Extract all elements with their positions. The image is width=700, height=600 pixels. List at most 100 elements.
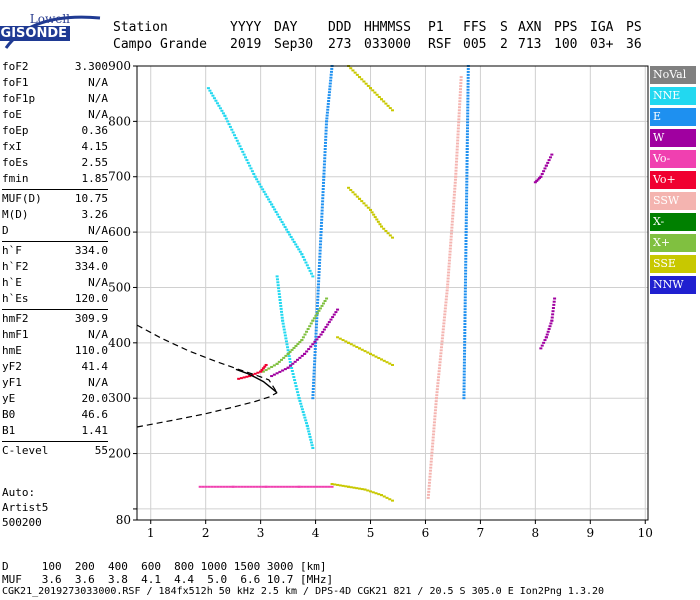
echo-point (450, 229, 454, 232)
echo-point (454, 175, 458, 178)
param-label: hmF1 (2, 328, 29, 341)
echo-point (252, 172, 256, 175)
echo-point (464, 263, 468, 266)
echo-point (463, 328, 467, 331)
echo-point (463, 281, 467, 284)
echo-point (466, 115, 470, 118)
echo-point (325, 111, 329, 114)
echo-point (228, 485, 232, 488)
echo-point (435, 388, 439, 391)
echo-point (446, 283, 450, 286)
echo-point (447, 265, 451, 268)
echo-point (451, 214, 455, 217)
legend-item-ssw: SSW (650, 192, 696, 210)
echo-point (355, 487, 359, 490)
echo-point (466, 109, 470, 112)
echo-point (262, 190, 266, 193)
echo-point (306, 485, 310, 488)
echo-point (317, 280, 321, 283)
echo-point (462, 370, 466, 373)
echo-point (375, 93, 379, 96)
echo-point (327, 94, 331, 97)
param-separator (2, 241, 108, 242)
echo-point (261, 188, 265, 191)
echo-point (311, 397, 315, 400)
echo-point (284, 337, 288, 340)
param-label: fxI (2, 140, 22, 153)
trace-w (539, 297, 557, 350)
param-separator (2, 441, 108, 442)
param-label: M(D) (2, 208, 29, 221)
param-label: yF1 (2, 376, 22, 389)
echo-point (228, 125, 232, 128)
echo-point (465, 148, 469, 151)
echo-point (464, 231, 468, 234)
param-row: MUF(D) 10.75 (2, 192, 108, 206)
echo-point (330, 67, 334, 70)
param-label: yF2 (2, 360, 22, 373)
echo-point (369, 208, 373, 211)
echo-point (215, 102, 219, 105)
echo-point (256, 371, 260, 374)
echo-point (309, 485, 313, 488)
echo-point (329, 318, 333, 321)
echo-point (313, 347, 317, 350)
echo-point (218, 107, 222, 110)
echo-point (465, 159, 469, 162)
echo-point (248, 164, 252, 167)
echo-point (320, 218, 324, 221)
echo-point (438, 358, 442, 361)
header-value-4: 033000 (364, 37, 411, 52)
param-label: yE (2, 392, 16, 405)
echo-point (463, 320, 467, 323)
echo-point (463, 323, 467, 326)
echo-point (457, 109, 461, 112)
echo-point (341, 484, 345, 487)
header-label-1: YYYY (230, 20, 262, 35)
echo-point (463, 337, 467, 340)
echo-point (275, 275, 279, 278)
header-label-0: Station (113, 20, 168, 35)
echo-point (463, 343, 467, 346)
echo-point (362, 202, 366, 205)
echo-point (321, 485, 325, 488)
echo-point (540, 172, 544, 175)
echo-point (463, 349, 467, 352)
echo-point (277, 293, 281, 296)
echo-point (463, 340, 467, 343)
echo-point (433, 415, 437, 418)
echo-point (296, 358, 300, 361)
param-row: C-level 55 (2, 444, 108, 458)
echo-point (323, 160, 327, 163)
echo-point (386, 104, 390, 107)
echo-point (442, 325, 446, 328)
echo-point (374, 355, 378, 358)
echo-point (462, 358, 466, 361)
echo-point (391, 499, 394, 502)
echo-point (455, 157, 459, 160)
echo-point (278, 299, 282, 302)
echo-point (382, 495, 386, 498)
echo-point (303, 258, 307, 261)
echo-point (465, 171, 469, 174)
echo-point (319, 237, 323, 240)
echo-point (321, 188, 325, 191)
echo-point (317, 264, 321, 267)
echo-point (231, 485, 235, 488)
echo-point (455, 154, 459, 157)
x-tick-label: 3 (257, 526, 265, 540)
echo-point (323, 154, 327, 157)
echo-point (321, 200, 325, 203)
echo-point (462, 397, 466, 400)
echo-point (265, 195, 269, 198)
echo-point (464, 254, 468, 257)
echo-point (435, 394, 439, 397)
echo-point (432, 424, 436, 427)
echo-point (462, 379, 466, 382)
echo-point (465, 168, 469, 171)
echo-point (377, 96, 381, 99)
echo-point (449, 235, 453, 238)
echo-point (241, 150, 245, 153)
param-value: 309.9 (74, 312, 108, 325)
echo-point (198, 485, 202, 488)
